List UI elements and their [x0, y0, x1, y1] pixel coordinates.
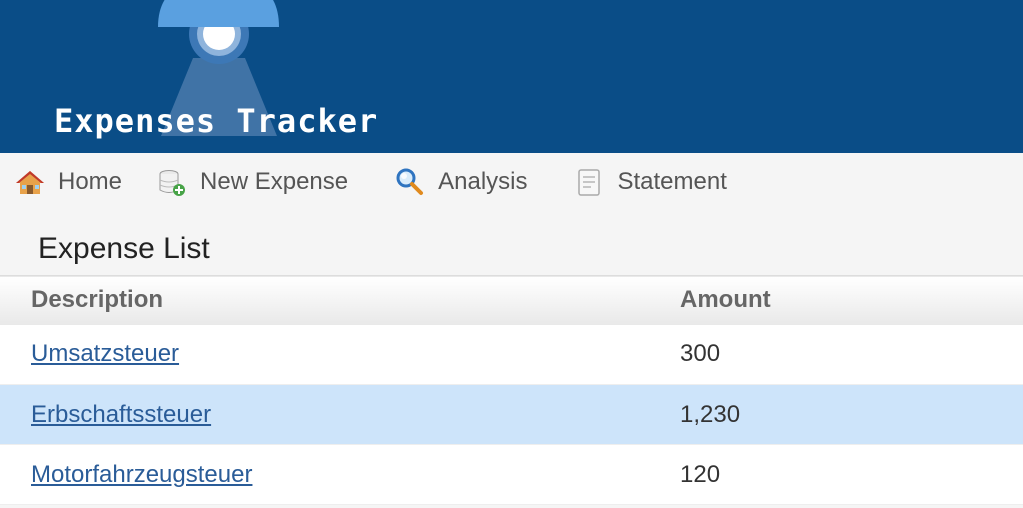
- expense-table: Description Amount Umsatzsteuer 300 Erbs…: [0, 275, 1023, 505]
- expense-link[interactable]: Motorfahrzeugsteuer: [31, 461, 252, 488]
- main-content: Expense List Description Amount Umsatzst…: [0, 210, 1023, 508]
- amount-cell: 1,230: [680, 384, 1023, 445]
- app-header: Expenses Tracker: [0, 0, 1023, 153]
- magnifier-icon: [396, 168, 424, 195]
- nav-item-label: Home: [58, 167, 123, 195]
- description-cell: Erbschaftssteuer: [0, 384, 680, 445]
- table-row[interactable]: Motorfahrzeugsteuer 120: [0, 444, 1023, 505]
- expense-link[interactable]: Umsatzsteuer: [31, 340, 179, 367]
- page-title: Expense List: [38, 232, 210, 265]
- main-nav: Home New Expense Analysis Statement: [0, 153, 1023, 210]
- nav-item-label: Statement: [617, 167, 727, 195]
- nav-item-label: New Expense: [200, 167, 349, 195]
- document-icon: [578, 168, 601, 196]
- nav-item-home[interactable]: Home: [14, 153, 122, 210]
- nav-item-statement[interactable]: Statement: [573, 153, 727, 210]
- table-row[interactable]: Erbschaftssteuer 1,230: [0, 384, 1023, 445]
- table-header-row: Description Amount: [0, 275, 1023, 325]
- table-row[interactable]: Umsatzsteuer 300: [0, 324, 1023, 385]
- add-database-icon: [159, 169, 186, 196]
- home-icon: [16, 170, 44, 194]
- nav-item-analysis[interactable]: Analysis: [394, 153, 527, 210]
- nav-item-label: Analysis: [438, 167, 528, 195]
- description-cell: Motorfahrzeugsteuer: [0, 444, 680, 505]
- amount-cell: 120: [680, 444, 1023, 505]
- expense-link[interactable]: Erbschaftssteuer: [31, 401, 211, 428]
- column-header-description[interactable]: Description: [0, 276, 680, 325]
- column-header-amount[interactable]: Amount: [680, 276, 1023, 325]
- app-title: Expenses Tracker: [54, 102, 379, 140]
- nav-item-new-expense[interactable]: New Expense: [156, 153, 348, 210]
- amount-cell: 300: [680, 324, 1023, 385]
- description-cell: Umsatzsteuer: [0, 324, 680, 385]
